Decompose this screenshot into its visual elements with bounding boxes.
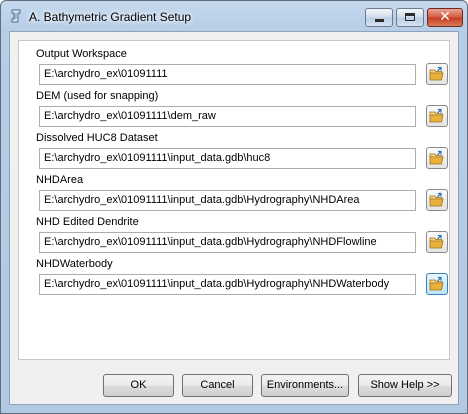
huc8-label: Dissolved HUC8 Dataset — [36, 132, 158, 144]
nhdwaterbody-input[interactable]: E:\archydro_ex\01091111\input_data.gdb\H… — [39, 274, 416, 295]
output-workspace-input[interactable]: E:\archydro_ex\01091111 — [39, 64, 416, 85]
open-folder-icon — [429, 108, 444, 123]
open-folder-icon — [429, 276, 444, 291]
huc8-input[interactable]: E:\archydro_ex\01091111\input_data.gdb\h… — [39, 148, 416, 169]
browse-huc8-button[interactable] — [426, 147, 448, 169]
browse-nhdwaterbody-button[interactable] — [426, 273, 448, 295]
cancel-button[interactable]: Cancel — [182, 374, 253, 397]
minimize-button[interactable] — [365, 8, 393, 27]
dem-input[interactable]: E:\archydro_ex\01091111\dem_raw — [39, 106, 416, 127]
open-folder-icon — [429, 150, 444, 165]
title-bar[interactable]: A. Bathymetric Gradient Setup ✕ — [1, 1, 467, 31]
browse-output-workspace-button[interactable] — [426, 63, 448, 85]
dialog-window: A. Bathymetric Gradient Setup ✕ Output W… — [0, 0, 468, 414]
nhdarea-label: NHDArea — [36, 174, 84, 186]
open-folder-icon — [429, 192, 444, 207]
open-folder-icon — [429, 234, 444, 249]
show-help-button[interactable]: Show Help >> — [358, 374, 452, 397]
browse-nhd-dendrite-button[interactable] — [426, 231, 448, 253]
ok-button[interactable]: OK — [103, 374, 174, 397]
browse-nhdarea-button[interactable] — [426, 189, 448, 211]
nhdwaterbody-label: NHDWaterbody — [36, 258, 113, 270]
nhd-dendrite-label: NHD Edited Dendrite — [36, 216, 139, 228]
window-title: A. Bathymetric Gradient Setup — [29, 10, 192, 24]
nhd-dendrite-input[interactable]: E:\archydro_ex\01091111\input_data.gdb\H… — [39, 232, 416, 253]
maximize-icon — [405, 13, 415, 21]
nhdarea-input[interactable]: E:\archydro_ex\01091111\input_data.gdb\H… — [39, 190, 416, 211]
close-icon: ✕ — [439, 9, 451, 25]
environments-button[interactable]: Environments... — [261, 374, 349, 397]
toolbox-script-icon — [9, 9, 23, 23]
close-button[interactable]: ✕ — [427, 8, 463, 27]
minimize-icon — [375, 19, 384, 22]
output-workspace-label: Output Workspace — [36, 48, 127, 60]
dem-label: DEM (used for snapping) — [36, 90, 159, 102]
maximize-button[interactable] — [396, 8, 424, 27]
open-folder-icon — [429, 66, 444, 81]
browse-dem-button[interactable] — [426, 105, 448, 127]
dialog-body: Output Workspace E:\archydro_ex\01091111… — [9, 31, 459, 405]
parameters-panel: Output Workspace E:\archydro_ex\01091111… — [18, 40, 450, 360]
